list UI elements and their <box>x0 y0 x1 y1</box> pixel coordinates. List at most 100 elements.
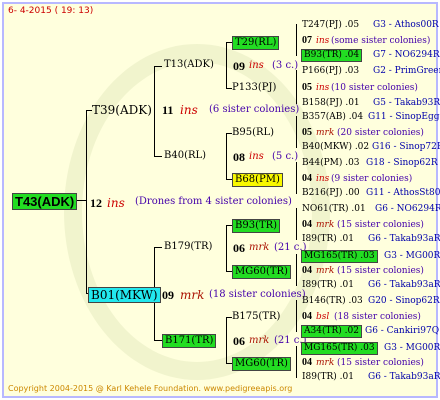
gen4-row-left[interactable]: B146(TR) .03 <box>302 297 363 306</box>
line <box>226 42 227 88</box>
pedigree-chart: 6- 4-2015 ( 19: 13) T43(ADK) 12 ins (Dro… <box>2 2 440 398</box>
gen3-b1-mating: mrk <box>316 128 335 138</box>
dam-mating: mrk <box>180 288 205 302</box>
line <box>86 110 87 294</box>
gen2-c-num: 06 <box>233 241 245 255</box>
line <box>296 346 297 378</box>
gen3-b2-note: (9 sister colonies) <box>331 174 413 184</box>
line <box>226 317 227 363</box>
gen2-b-num: 08 <box>233 150 245 164</box>
gen3-c2-mating: mrk <box>316 266 335 276</box>
gen2-b-mating: ins <box>249 151 264 162</box>
sire-colony[interactable]: T39(ADK) <box>92 104 152 116</box>
gen4-row-right: G5 - Takab93R <box>373 98 440 108</box>
gen4-row-right: G20 - Sinop62R <box>368 296 440 306</box>
gen4-row-left[interactable]: MG165(TR) .03 <box>301 342 378 355</box>
gen4-row-left[interactable]: MG165(TR) .03 <box>301 250 378 263</box>
copyright-footer: Copyright 2004-2015 @ Karl Kehele Founda… <box>8 384 293 393</box>
line <box>296 300 297 332</box>
gen4-row-left[interactable]: B44(PM) .03 <box>302 159 360 168</box>
gen2-d-colony[interactable]: B171(TR) <box>162 334 217 348</box>
gen3-d2-num: 04 <box>302 357 312 368</box>
gen2-a-num: 09 <box>233 59 245 73</box>
gen3-d1-note: (18 sister colonies) <box>334 312 421 322</box>
line <box>296 24 297 56</box>
gen4-row-left[interactable]: I89(TR) .01 <box>302 235 354 244</box>
gen3-a2-mating: ins <box>316 83 330 93</box>
gen3-c1-mating: mrk <box>316 220 335 230</box>
dam-num: 09 <box>162 288 174 302</box>
gen4-row-right: G6 - Takab93aR <box>368 234 440 244</box>
gen3-d2-colony[interactable]: MG60(TR) <box>232 357 291 371</box>
gen2-a-note: (3 c.) <box>272 60 299 71</box>
gen2-a-mating: ins <box>249 60 264 71</box>
line <box>226 225 227 271</box>
line <box>226 133 227 179</box>
root-num: 12 <box>90 196 102 210</box>
gen4-row-left[interactable]: B40(MKW) .02 <box>302 143 369 152</box>
line <box>296 254 297 286</box>
gen2-c-colony[interactable]: B179(TR) <box>164 242 212 252</box>
gen3-c1-colony[interactable]: B93(TR) <box>232 219 281 233</box>
sire-note: (6 sister colonies) <box>209 104 300 115</box>
gen3-b1-note: (20 sister colonies) <box>337 128 424 138</box>
gen2-b-note: (5 c.) <box>272 151 299 162</box>
gen4-row-right: G6 - Takab93aR <box>368 280 440 290</box>
line <box>154 247 162 248</box>
root-note: (Drones from 4 sister colonies) <box>135 196 292 207</box>
dam-note: (18 sister colonies) <box>209 289 306 300</box>
line <box>296 162 297 194</box>
gen3-a1-note: (some sister colonies) <box>331 36 431 46</box>
gen4-row-left[interactable]: P166(PJ) .03 <box>302 67 359 76</box>
gen4-row-left[interactable]: B158(PJ) .01 <box>302 99 360 108</box>
gen3-a1-mating: ins <box>316 36 330 46</box>
gen2-d-mating: mrk <box>249 335 270 346</box>
gen4-row-left[interactable]: I89(TR) .01 <box>302 373 354 382</box>
line <box>154 66 155 156</box>
gen4-row-left[interactable]: B93(TR) .04 <box>301 49 363 62</box>
root-colony[interactable]: T43(ADK) <box>12 193 78 210</box>
line <box>76 200 86 201</box>
gen4-row-left[interactable]: B216(PJ) .00 <box>302 189 360 198</box>
gen4-row-right: G16 - Sinop72R <box>372 142 440 152</box>
gen3-c2-colony[interactable]: MG60(TR) <box>232 265 291 279</box>
sire-mating: ins <box>180 103 198 117</box>
gen2-a-colony[interactable]: T13(ADK) <box>164 60 214 70</box>
gen3-b1-colony[interactable]: B95(RL) <box>232 128 274 138</box>
gen4-row-right: G11 - AthosSt80R <box>366 188 440 198</box>
gen3-a2-note: (10 sister colonies) <box>331 83 418 93</box>
gen3-a2-num: 05 <box>302 82 312 93</box>
gen3-a1-num: 07 <box>302 35 312 46</box>
date-stamp: 6- 4-2015 ( 19: 13) <box>8 6 94 16</box>
gen4-row-right: G18 - Sinop62R <box>366 158 438 168</box>
sire-num: 11 <box>162 103 174 117</box>
watermark-logo <box>64 44 330 380</box>
gen4-row-right: G6 - Takab93aR <box>368 372 440 382</box>
gen4-row-left[interactable]: I89(TR) .01 <box>302 281 354 290</box>
line <box>296 70 297 104</box>
root-mating: ins <box>107 196 125 210</box>
gen4-row-right: G11 - SinopEgg86R <box>368 112 440 122</box>
gen3-d1-colony[interactable]: B175(TR) <box>232 312 280 322</box>
gen3-c1-note: (15 sister colonies) <box>337 220 424 230</box>
gen4-row-right: G2 - PrimGreen00 <box>373 66 440 76</box>
gen2-b-colony[interactable]: B40(RL) <box>164 151 206 161</box>
gen4-row-right: G3 - Athos00R <box>373 20 439 30</box>
gen3-d2-note: (15 sister colonies) <box>337 358 424 368</box>
gen2-c-mating: mrk <box>249 242 270 253</box>
line <box>154 66 162 67</box>
gen3-a2-colony[interactable]: P133(PJ) <box>232 83 276 93</box>
gen3-b2-mating: ins <box>316 174 330 184</box>
gen3-a1-colony[interactable]: T29(RL) <box>232 36 280 50</box>
gen2-d-num: 06 <box>233 334 245 348</box>
dam-colony[interactable]: B01(MKW) <box>88 287 161 303</box>
gen3-c2-num: 04 <box>302 265 312 276</box>
gen4-row-right: G6 - NO6294R <box>375 204 440 214</box>
gen4-row-left[interactable]: A34(TR) .02 <box>301 325 362 338</box>
gen4-row-left[interactable]: B357(AB) .04 <box>302 113 363 122</box>
gen4-row-left[interactable]: T247(PJ) .05 <box>302 21 359 30</box>
gen3-b2-colony[interactable]: B68(PM) <box>232 173 283 187</box>
line <box>296 116 297 148</box>
gen4-row-left[interactable]: NO61(TR) .01 <box>302 205 366 214</box>
gen3-c1-num: 04 <box>302 219 312 230</box>
